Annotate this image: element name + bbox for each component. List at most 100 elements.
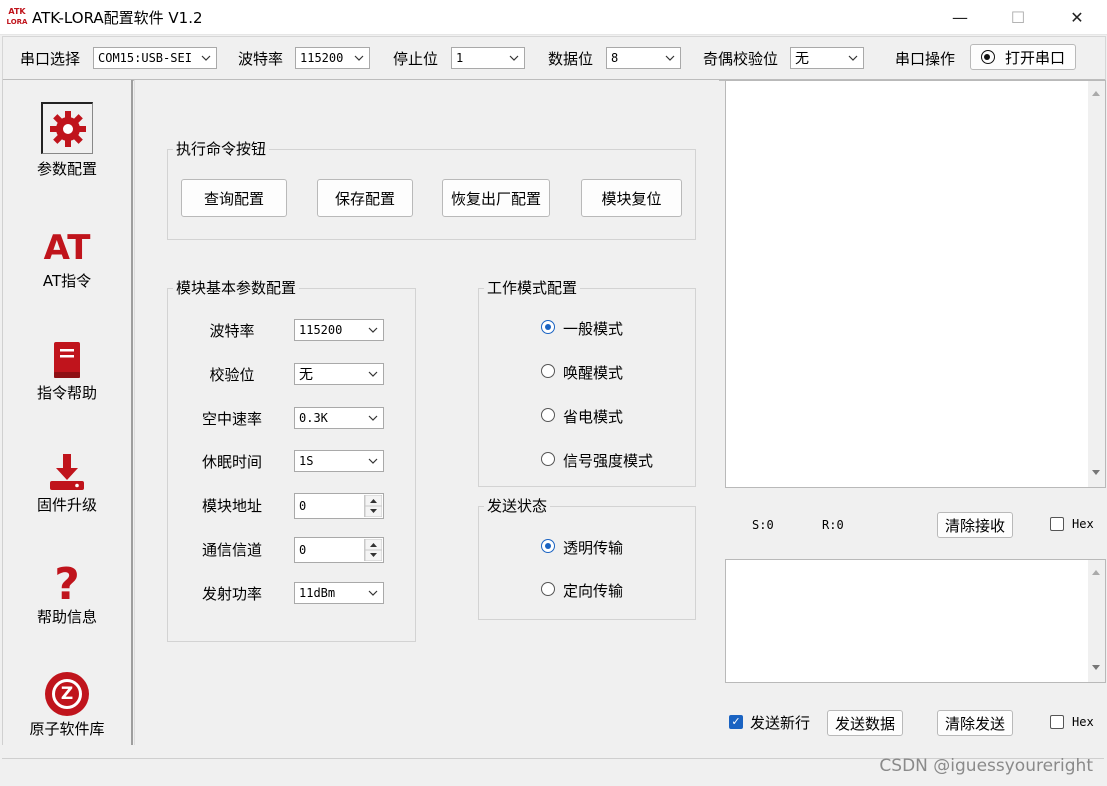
scroll-down-icon[interactable] — [1091, 660, 1101, 676]
parity-label: 奇偶校验位 — [703, 50, 779, 68]
send-hex-checkbox[interactable] — [1050, 715, 1064, 729]
send-newline-label: 发送新行 — [750, 714, 811, 732]
param-sleep-time-value: 1S — [299, 454, 314, 468]
send-scrollbar[interactable] — [1088, 560, 1105, 682]
chevron-down-icon — [199, 48, 213, 68]
command-group-title: 执行命令按钮 — [173, 138, 270, 159]
data-bits-select[interactable]: 8 — [606, 47, 681, 69]
title-bar: ATK LORA ATK-LORA配置软件 V1.2 — ☐ ✕ — [0, 0, 1107, 35]
radio-button[interactable] — [541, 364, 555, 378]
open-port-button[interactable]: 打开串口 — [970, 44, 1076, 70]
param-air-rate-select[interactable]: 0.3K — [294, 407, 384, 429]
parity-select[interactable]: 无 — [790, 47, 864, 69]
param-channel-spinbox[interactable]: 0 — [294, 537, 384, 563]
param-label-air-rate: 空中速率 — [201, 410, 262, 428]
radio-label: 省电模式 — [563, 408, 624, 426]
radio-label: 唤醒模式 — [563, 364, 624, 382]
radio-label: 一般模式 — [563, 320, 624, 338]
receive-textarea[interactable] — [725, 80, 1106, 488]
sent-count: S:0 — [752, 518, 774, 532]
clear-receive-button[interactable]: 清除接收 — [937, 512, 1013, 538]
chevron-down-icon — [663, 48, 677, 68]
nav-label: 帮助信息 — [36, 608, 97, 626]
port-label: 串口选择 — [20, 50, 81, 68]
chevron-down-icon — [366, 364, 380, 384]
receive-scrollbar[interactable] — [1088, 81, 1105, 487]
radio-button[interactable] — [541, 452, 555, 466]
scroll-up-icon[interactable] — [1091, 564, 1101, 580]
receive-hex-label: Hex — [1072, 517, 1094, 531]
maximize-icon: ☐ — [1010, 7, 1026, 27]
module-reset-button[interactable]: 模块复位 — [581, 179, 682, 217]
close-icon: ✕ — [1070, 7, 1084, 27]
work-mode-option-wakeup[interactable]: 唤醒模式 — [541, 362, 681, 382]
baud-value: 115200 — [300, 51, 344, 65]
minimize-button[interactable]: — — [932, 0, 988, 34]
serial-op-label: 串口操作 — [895, 50, 956, 68]
param-address-spinbox[interactable]: 0 — [294, 493, 384, 519]
param-sleep-time-select[interactable]: 1S — [294, 450, 384, 472]
parity-value: 无 — [795, 51, 809, 67]
send-hex-label: Hex — [1072, 715, 1094, 729]
nav-item-params[interactable]: 参数配置 — [3, 102, 131, 212]
spin-arrows-icon[interactable] — [364, 538, 383, 562]
restore-factory-button[interactable]: 恢复出厂配置 — [442, 179, 550, 217]
port-select[interactable]: COM15:USB-SEI — [93, 47, 217, 69]
port-value: COM15:USB-SEI — [98, 51, 192, 65]
baud-select[interactable]: 115200 — [295, 47, 370, 69]
nav-label: 指令帮助 — [36, 384, 97, 402]
param-air-rate-value: 0.3K — [299, 411, 328, 425]
param-tx-power-value: 11dBm — [299, 586, 336, 600]
minimize-icon: — — [952, 7, 968, 27]
nav-item-command-help[interactable]: 指令帮助 — [3, 330, 131, 440]
stop-bits-value: 1 — [456, 51, 464, 65]
param-label-sleep-time: 休眠时间 — [201, 453, 262, 471]
param-tx-power-select[interactable]: 11dBm — [294, 582, 384, 604]
nav-label: 参数配置 — [36, 160, 97, 178]
nav-label: 固件升级 — [36, 496, 97, 514]
send-state-group — [478, 506, 696, 620]
chevron-down-icon — [352, 48, 366, 68]
data-bits-value: 8 — [611, 51, 619, 65]
param-parity-select[interactable]: 无 — [294, 363, 384, 385]
spin-arrows-icon[interactable] — [364, 494, 383, 518]
send-textarea[interactable] — [725, 559, 1106, 683]
clear-send-button[interactable]: 清除发送 — [937, 710, 1013, 736]
param-baud-value: 115200 — [299, 323, 343, 337]
param-label-channel: 通信信道 — [201, 541, 262, 559]
params-group-title: 模块基本参数配置 — [173, 277, 300, 298]
nav-item-help-info[interactable]: ? 帮助信息 — [3, 554, 131, 664]
param-baud-select[interactable]: 115200 — [294, 319, 384, 341]
send-state-group-title: 发送状态 — [484, 495, 551, 516]
work-mode-option-powersave[interactable]: 省电模式 — [541, 406, 681, 426]
param-parity-value: 无 — [299, 367, 313, 383]
radio-button[interactable] — [541, 582, 555, 596]
radio-button-selected[interactable] — [541, 539, 555, 553]
stop-bits-select[interactable]: 1 — [451, 47, 525, 69]
receive-hex-checkbox[interactable] — [1050, 517, 1064, 531]
save-config-button[interactable]: 保存配置 — [317, 179, 413, 217]
svg-text:ATK: ATK — [8, 7, 26, 16]
work-mode-option-normal[interactable]: 一般模式 — [541, 318, 681, 338]
radio-label: 信号强度模式 — [563, 452, 654, 470]
send-newline-checkbox[interactable]: ✓ — [729, 715, 743, 729]
nav-item-firmware[interactable]: 固件升级 — [3, 442, 131, 552]
scroll-down-icon[interactable] — [1091, 465, 1101, 481]
param-label-tx-power: 发射功率 — [201, 585, 262, 603]
left-nav: 参数配置 AT AT指令 指令帮助 固件升级 ? 帮助信息 Z 原子软件库 — [2, 80, 133, 745]
send-state-option-directed[interactable]: 定向传输 — [541, 580, 681, 600]
send-data-button[interactable]: 发送数据 — [827, 710, 903, 736]
scroll-up-icon[interactable] — [1091, 85, 1101, 101]
send-state-option-transparent[interactable]: 透明传输 — [541, 537, 681, 557]
nav-item-at[interactable]: AT AT指令 — [3, 218, 131, 328]
close-button[interactable]: ✕ — [1049, 0, 1105, 34]
maximize-button[interactable]: ☐ — [990, 0, 1046, 34]
work-mode-option-signal-strength[interactable]: 信号强度模式 — [541, 450, 691, 470]
query-config-button[interactable]: 查询配置 — [181, 179, 287, 217]
radio-button[interactable] — [541, 408, 555, 422]
chevron-down-icon — [846, 48, 860, 68]
radio-button-selected[interactable] — [541, 320, 555, 334]
watermark-text: CSDN @iguessyoureright — [879, 756, 1093, 776]
param-label-parity: 校验位 — [209, 366, 255, 384]
book-icon — [41, 334, 93, 386]
